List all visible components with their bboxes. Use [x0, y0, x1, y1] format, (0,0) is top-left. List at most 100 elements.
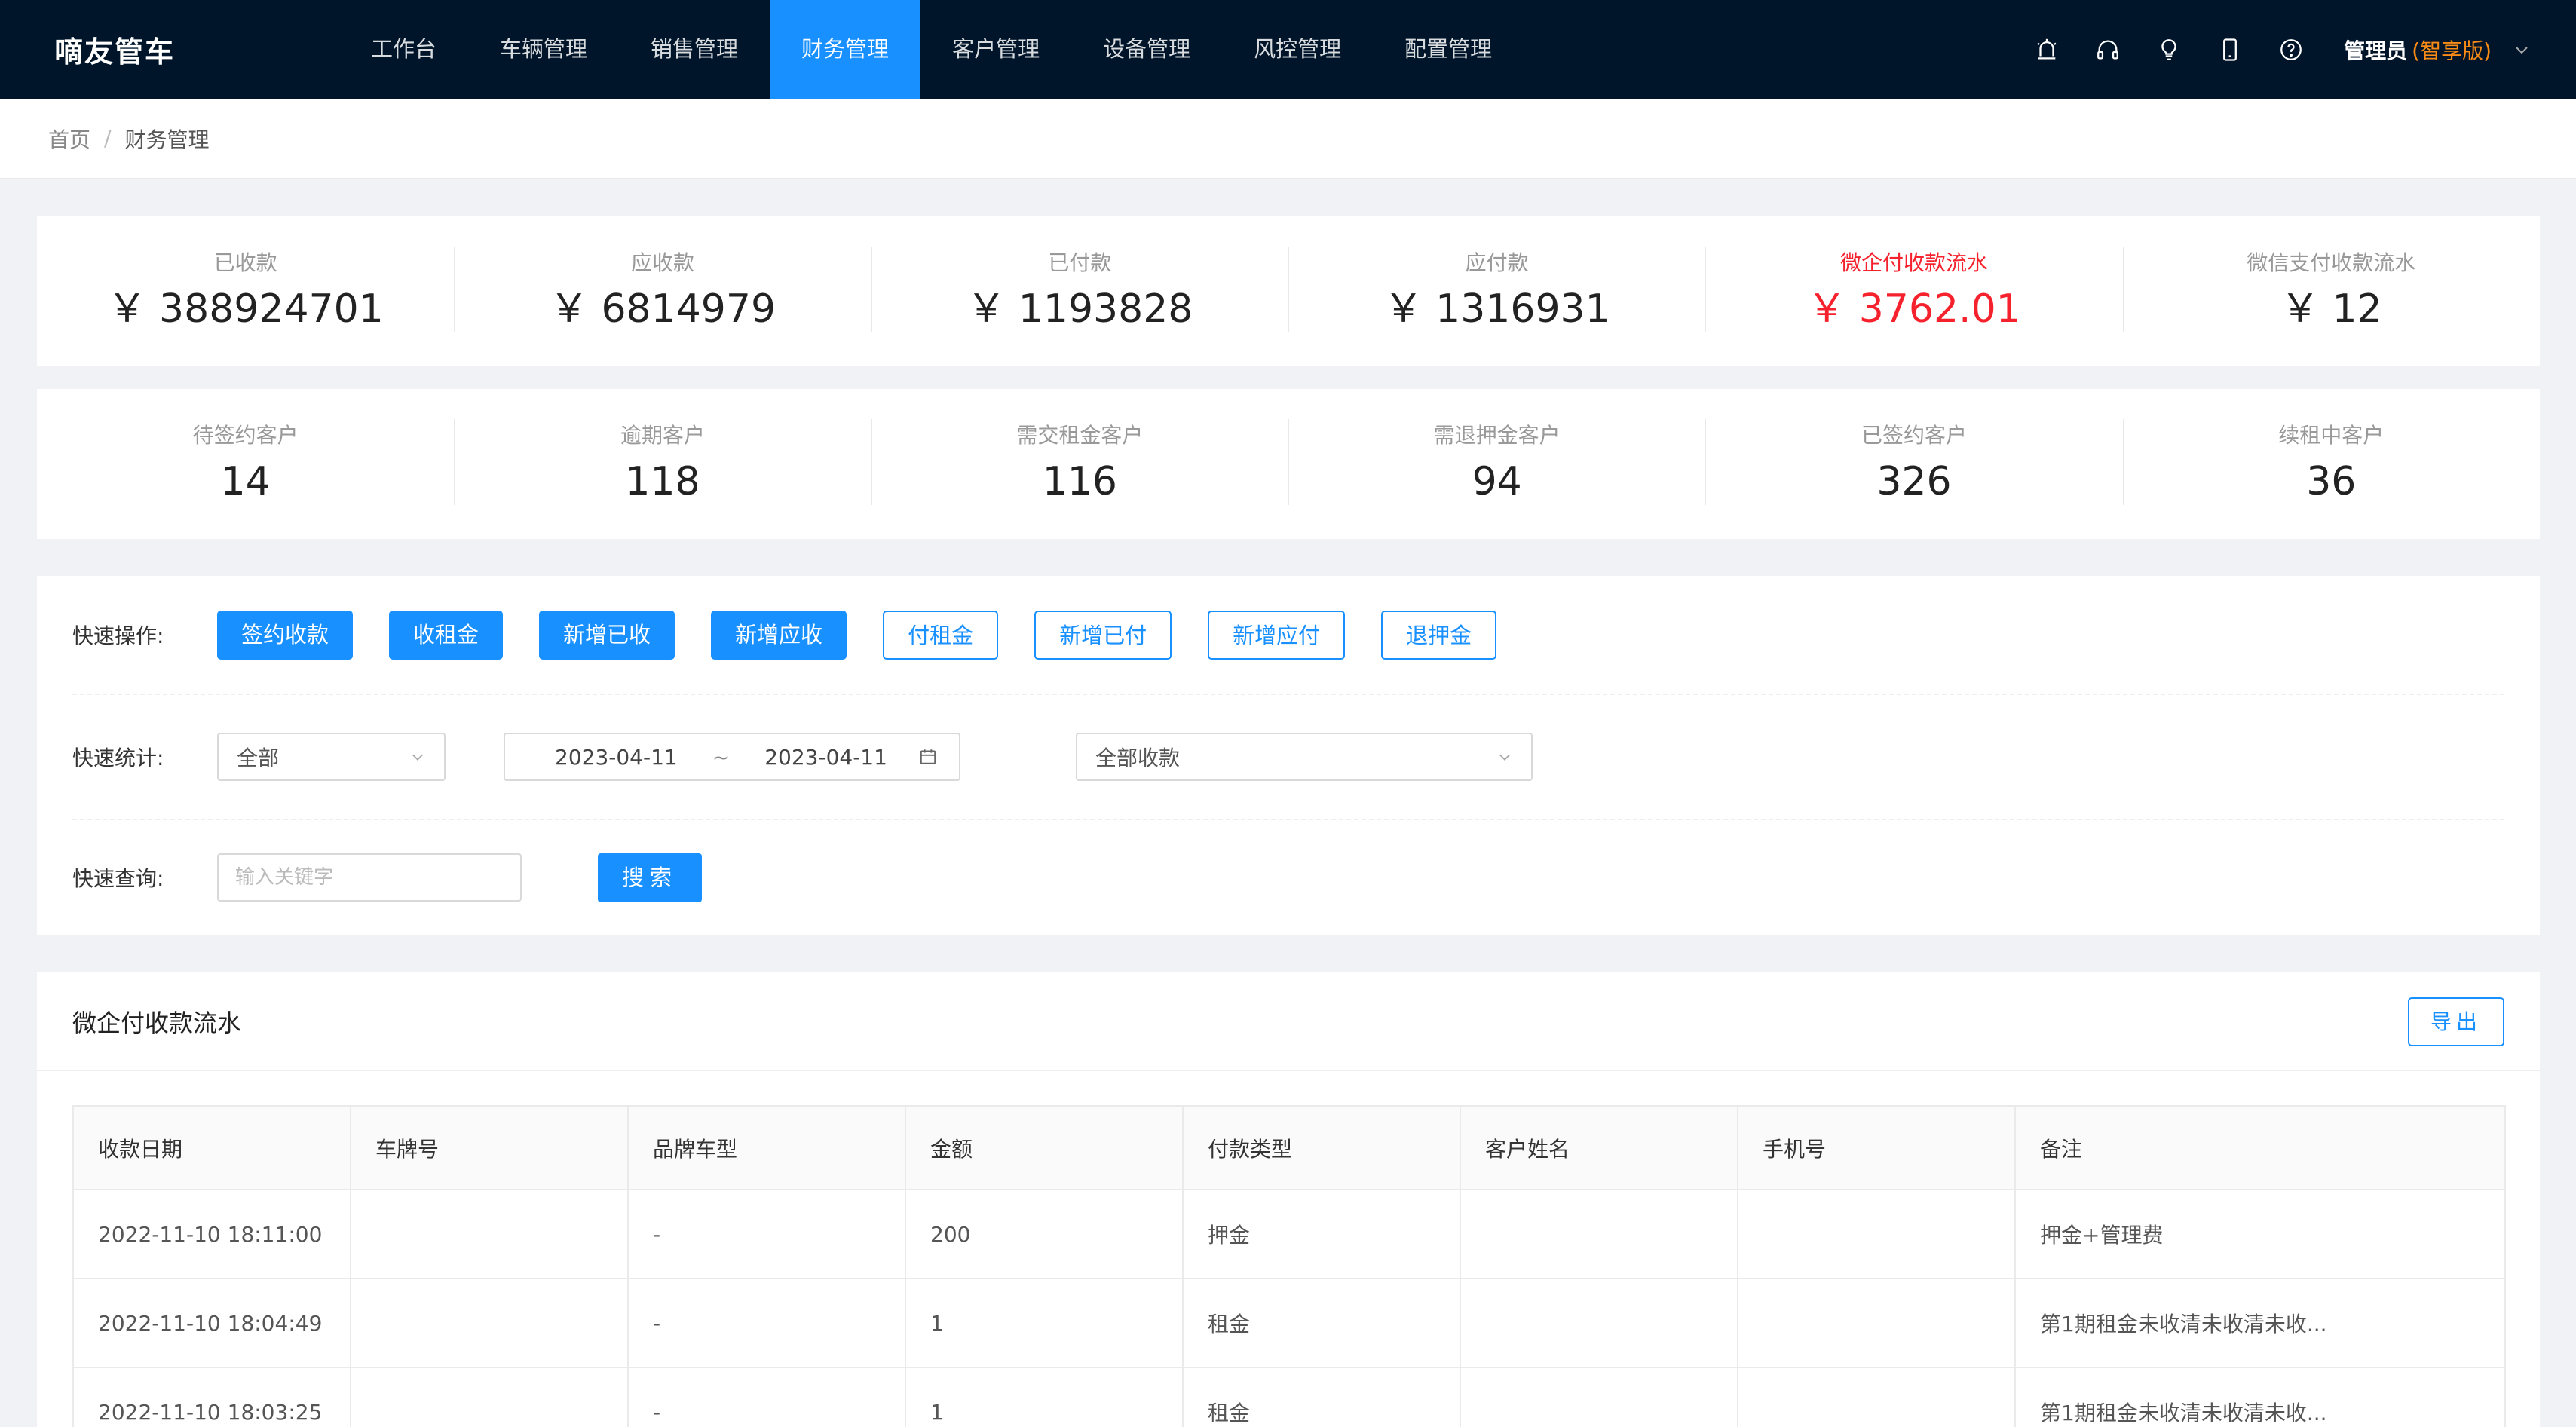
nav-item-customers[interactable]: 客户管理 [920, 0, 1071, 99]
nav-item-risk[interactable]: 风控管理 [1222, 0, 1373, 99]
cell-plate [350, 1189, 629, 1279]
stat-received[interactable]: 已收款 ￥ 388924701 [37, 248, 454, 335]
column-header-customer[interactable]: 客户姓名 [1460, 1105, 1738, 1190]
nav-item-finance[interactable]: 财务管理 [770, 0, 921, 99]
column-header-remark[interactable]: 备注 [2014, 1105, 2506, 1190]
cell-amount: 200 [905, 1189, 1184, 1279]
table-row[interactable]: 2022-11-10 18:03:25 - 1 租金 第1期租金未收清未收清未收… [72, 1367, 2506, 1427]
headset-icon[interactable] [2093, 35, 2123, 65]
nav-right-tools: 管理员 (智享版) [2001, 0, 2531, 99]
column-header-amount[interactable]: 金额 [905, 1105, 1184, 1190]
cell-model: - [627, 1189, 906, 1279]
cell-pay-type: 押金 [1182, 1189, 1461, 1279]
stat-value: ￥ 1193828 [966, 286, 1193, 332]
cell-amount: 1 [905, 1367, 1184, 1427]
stat-label: 应收款 [630, 250, 694, 275]
cell-date: 2022-11-10 18:03:25 [72, 1367, 351, 1427]
cell-pay-type: 租金 [1182, 1278, 1461, 1368]
stat-label: 已签约客户 [1861, 422, 1967, 448]
stat-label: 微信支付收款流水 [2247, 250, 2416, 275]
quick-search-row: 快速查询: 搜索 [72, 820, 2504, 935]
stat-pending-sign[interactable]: 待签约客户 14 [37, 421, 454, 508]
cell-customer [1460, 1367, 1738, 1427]
alarm-icon[interactable] [2032, 35, 2062, 65]
nav-item-workbench[interactable]: 工作台 [339, 0, 468, 99]
payment-type-select[interactable]: 全部收款 [1076, 733, 1533, 781]
scope-select[interactable]: 全部 [217, 733, 446, 781]
table-row[interactable]: 2022-11-10 18:11:00 - 200 押金 押金+管理费 [72, 1189, 2506, 1279]
pay-rent-button[interactable]: 付租金 [883, 610, 999, 660]
stat-value: ￥ 12 [2280, 286, 2382, 332]
date-start[interactable]: 2023-04-11 [555, 745, 678, 770]
add-paid-button[interactable]: 新增已付 [1034, 610, 1172, 660]
nav-item-vehicles[interactable]: 车辆管理 [468, 0, 619, 99]
nav-item-config[interactable]: 配置管理 [1373, 0, 1524, 99]
stat-rent-due[interactable]: 需交租金客户 116 [871, 418, 1288, 508]
help-icon[interactable] [2276, 35, 2306, 65]
stat-label: 待签约客户 [192, 422, 299, 448]
cell-remark: 第1期租金未收清未收清未收... [2014, 1278, 2506, 1368]
cell-plate [350, 1367, 629, 1427]
export-button[interactable]: 导出 [2407, 997, 2504, 1046]
stat-value: ￥ 388924701 [107, 286, 384, 332]
stat-label: 需交租金客户 [1016, 422, 1144, 448]
user-menu[interactable]: 管理员 (智享版) [2344, 35, 2492, 65]
breadcrumb: 首页 / 财务管理 [0, 99, 2576, 179]
column-header-phone[interactable]: 手机号 [1737, 1105, 2016, 1190]
stat-paid[interactable]: 已付款 ￥ 1193828 [871, 246, 1288, 335]
stat-payable[interactable]: 应付款 ￥ 1316931 [1288, 246, 1705, 335]
stat-overdue[interactable]: 逾期客户 118 [454, 418, 871, 508]
mobile-icon[interactable] [2215, 35, 2245, 65]
collect-rent-button[interactable]: 收租金 [389, 610, 504, 660]
breadcrumb-home[interactable]: 首页 [48, 124, 90, 154]
chevron-down-icon [412, 754, 424, 761]
add-received-button[interactable]: 新增已收 [539, 610, 675, 660]
add-receivable-button[interactable]: 新增应收 [711, 610, 847, 660]
column-header-model[interactable]: 品牌车型 [627, 1105, 906, 1190]
stat-signed[interactable]: 已签约客户 326 [1705, 418, 2122, 508]
stat-receivable[interactable]: 应收款 ￥ 6814979 [454, 246, 871, 335]
top-nav-bar: 嘀友管车 工作台 车辆管理 销售管理 财务管理 客户管理 设备管理 风控管理 配… [0, 0, 2576, 99]
date-end[interactable]: 2023-04-11 [764, 745, 887, 770]
cell-plate [350, 1278, 629, 1368]
date-range-picker[interactable]: 2023-04-11 ~ 2023-04-11 [504, 733, 960, 781]
table-row[interactable]: 2022-11-10 18:04:49 - 1 租金 第1期租金未收清未收清未收… [72, 1278, 2506, 1368]
quick-stats-label: 快速统计: [72, 746, 164, 770]
app-logo[interactable]: 嘀友管车 [0, 29, 302, 70]
stat-value: 94 [1472, 458, 1522, 504]
column-header-date[interactable]: 收款日期 [72, 1105, 351, 1190]
refund-deposit-button[interactable]: 退押金 [1381, 610, 1497, 660]
stat-label: 逾期客户 [620, 422, 705, 448]
cell-remark: 押金+管理费 [2014, 1189, 2506, 1279]
user-name: 管理员 [2344, 38, 2408, 63]
stat-wechat-flow[interactable]: 微信支付收款流水 ￥ 12 [2122, 246, 2540, 335]
quick-ops-label: 快速操作: [72, 623, 164, 648]
chevron-down-icon[interactable] [2513, 41, 2531, 59]
column-header-plate[interactable]: 车牌号 [350, 1105, 629, 1190]
cell-phone [1737, 1278, 2016, 1368]
stat-renewing[interactable]: 续租中客户 36 [2122, 418, 2540, 508]
calendar-icon [920, 749, 936, 764]
stat-deposit-refund[interactable]: 需退押金客户 94 [1288, 418, 1705, 508]
stat-label: 应付款 [1465, 250, 1529, 275]
add-payable-button[interactable]: 新增应付 [1208, 610, 1346, 660]
nav-item-sales[interactable]: 销售管理 [619, 0, 770, 99]
stat-wqf-flow[interactable]: 微企付收款流水 ￥ 3762.01 [1705, 246, 2122, 335]
date-range-separator: ~ [712, 744, 731, 770]
keyword-search-input[interactable] [217, 853, 522, 902]
sign-collect-button[interactable]: 签约收款 [217, 610, 354, 660]
column-header-pay-type[interactable]: 付款类型 [1182, 1105, 1461, 1190]
bulb-icon[interactable] [2154, 35, 2184, 65]
cell-model: - [627, 1367, 906, 1427]
cell-remark: 第1期租金未收清未收清未收... [2014, 1367, 2506, 1427]
payment-flow-card: 微企付收款流水 导出 收款日期 车牌号 品牌车型 金额 付款类型 客户姓名 手机… [37, 972, 2540, 1427]
search-button[interactable]: 搜索 [598, 853, 703, 902]
quick-ops-row: 快速操作: 签约收款 收租金 新增已收 新增应收 付租金 新增已付 新增应付 退… [72, 576, 2504, 695]
customer-stats-card: 待签约客户 14 逾期客户 118 需交租金客户 116 需退押金客户 94 已… [37, 389, 2540, 539]
payment-flow-title: 微企付收款流水 [72, 1009, 242, 1037]
table-header-row: 收款日期 车牌号 品牌车型 金额 付款类型 客户姓名 手机号 备注 [72, 1105, 2506, 1190]
stat-label: 已收款 [213, 250, 277, 275]
nav-item-devices[interactable]: 设备管理 [1071, 0, 1222, 99]
finance-stats-card: 已收款 ￥ 388924701 应收款 ￥ 6814979 已付款 ￥ 1193… [37, 216, 2540, 366]
cell-customer [1460, 1189, 1738, 1279]
